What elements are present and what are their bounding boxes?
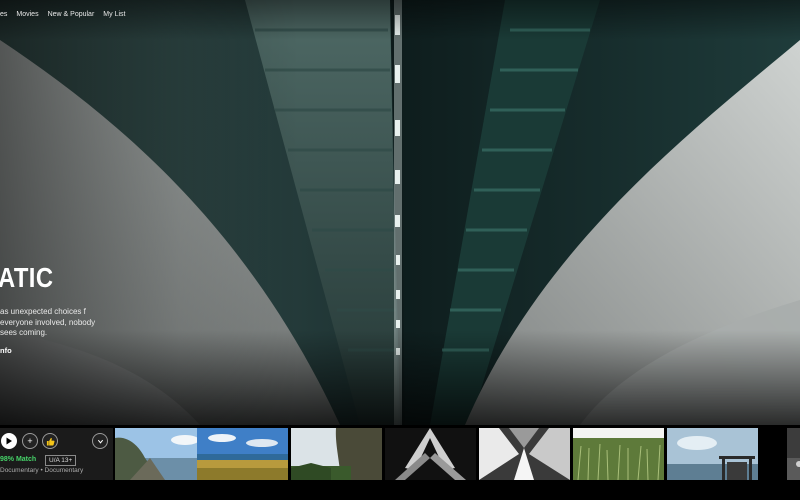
- more-info-button[interactable]: nfo: [0, 346, 12, 355]
- play-icon: [6, 437, 12, 445]
- plus-icon: +: [27, 436, 33, 446]
- expanded-title-card[interactable]: + 98% Match U/A 13+ Documentary • Docume…: [0, 428, 113, 480]
- maturity-rating-badge: U/A 13+: [45, 455, 77, 466]
- thumbnail-wheat-field[interactable]: [573, 428, 664, 480]
- title-row: + 98% Match U/A 13+ Documentary • Docume…: [0, 428, 800, 480]
- hero-description: as unexpected choices f everyone involve…: [0, 307, 96, 337]
- thumbnail-coastal-rock[interactable]: [115, 428, 206, 480]
- thumbnail-skyscraper-upward[interactable]: [479, 428, 570, 480]
- nav-item-new-popular[interactable]: New & Popular: [48, 11, 95, 18]
- top-nav: es Movies New & Popular My List: [0, 8, 125, 20]
- play-button[interactable]: [1, 433, 17, 449]
- hero-title: ATIC: [0, 262, 54, 293]
- thumbnail-dark-architecture[interactable]: [385, 428, 476, 480]
- chevron-down-icon: [97, 439, 103, 444]
- thumbnail-partial[interactable]: [761, 428, 800, 480]
- add-to-list-button[interactable]: +: [22, 433, 38, 449]
- match-score: 98% Match: [0, 456, 37, 463]
- hero-gradient-overlay: [0, 0, 800, 425]
- more-details-button[interactable]: [92, 433, 108, 449]
- thumbnail-sea-pier[interactable]: [667, 428, 758, 480]
- nav-item-movies[interactable]: Movies: [16, 11, 38, 18]
- nav-item-my-list[interactable]: My List: [103, 11, 125, 18]
- like-button[interactable]: [42, 433, 58, 449]
- thumbnail-forest-cliff[interactable]: [291, 428, 382, 480]
- thumbs-up-icon: [46, 437, 55, 446]
- thumbnail-meadow-sunset[interactable]: [197, 428, 288, 480]
- nav-item-series[interactable]: es: [0, 11, 7, 18]
- genre-tags: Documentary • Documentary: [0, 467, 84, 474]
